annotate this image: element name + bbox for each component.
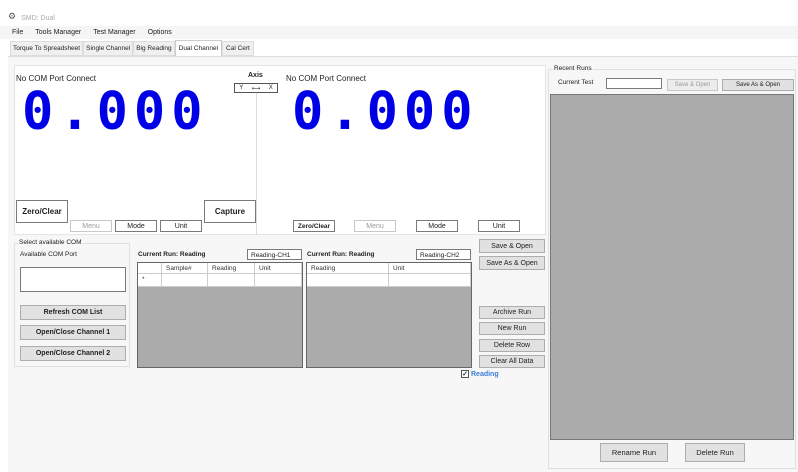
grid2-table[interactable]: Reading Unit: [306, 262, 472, 368]
rename-run-button[interactable]: Rename Run: [600, 443, 668, 462]
checkbox-checked-icon: ✓: [461, 370, 469, 378]
grid2-name-input[interactable]: Reading-CH2: [416, 249, 471, 260]
ch2-zero-clear-button[interactable]: Zero/Clear: [293, 220, 335, 232]
tab-bar: Torque To Spreadsheet Single Channel Big…: [10, 40, 254, 56]
ch2-unit-button[interactable]: Unit: [478, 220, 520, 232]
ch1-menu-button[interactable]: Menu: [70, 220, 112, 232]
tab-cal-cert[interactable]: Cal Cert: [222, 41, 254, 56]
new-run-button[interactable]: New Run: [479, 322, 545, 335]
axis-y: Y: [239, 85, 244, 91]
ch1-zero-clear-button[interactable]: Zero/Clear: [16, 200, 68, 223]
current-test-label: Current Test: [558, 79, 594, 86]
grid2-new-row-cell[interactable]: [389, 274, 471, 287]
delete-row-button[interactable]: Delete Row: [479, 339, 545, 352]
refresh-com-button[interactable]: Refresh COM List: [20, 305, 126, 320]
grid1-header-sample[interactable]: Sample#: [162, 263, 208, 274]
axis-toggle[interactable]: Y ⟷ X: [234, 83, 278, 93]
swap-arrow-icon: ⟷: [251, 85, 261, 92]
axis-x: X: [268, 85, 273, 91]
tab-torque-to-spreadsheet[interactable]: Torque To Spreadsheet: [10, 41, 84, 56]
channel-divider: [256, 92, 257, 235]
grid1-table[interactable]: Sample# Reading Unit *: [137, 262, 303, 368]
open-close-channel2-button[interactable]: Open/Close Channel 2: [20, 346, 126, 361]
ch1-unit-button[interactable]: Unit: [160, 220, 202, 232]
grid1-new-row-marker: *: [138, 274, 162, 287]
ch2-reading: 0.000: [292, 82, 479, 142]
recent-save-as-open-button[interactable]: Save As & Open: [722, 79, 794, 91]
grid2-new-row-cell[interactable]: [307, 274, 389, 287]
grid1-title: Current Run: Reading: [138, 251, 206, 258]
recent-save-open-button[interactable]: Save & Open: [667, 79, 718, 91]
delete-run-button[interactable]: Delete Run: [685, 443, 745, 462]
menu-tools-manager[interactable]: Tools Manager: [35, 29, 81, 36]
archive-run-button[interactable]: Archive Run: [479, 306, 545, 319]
grid1-header-unit[interactable]: Unit: [255, 263, 302, 274]
save-open-button[interactable]: Save & Open: [479, 239, 545, 253]
ch1-reading: 0.000: [22, 82, 209, 142]
reading-checkbox[interactable]: ✓ Reading: [461, 370, 499, 378]
grid1-new-row-cell[interactable]: [162, 274, 208, 287]
tab-big-reading[interactable]: Big Reading: [133, 41, 175, 56]
ch1-mode-button[interactable]: Mode: [115, 220, 157, 232]
tab-single-channel[interactable]: Single Channel: [83, 41, 134, 56]
reading-checkbox-label: Reading: [471, 370, 499, 378]
com-port-label: Available COM Port: [20, 251, 77, 258]
axis-label: Axis: [248, 72, 263, 79]
app-icon: ⚙: [8, 11, 17, 21]
com-port-list[interactable]: [20, 267, 126, 292]
grid1-name-input[interactable]: Reading-CH1: [247, 249, 302, 260]
window-title: SMD: Dual: [21, 15, 55, 22]
menu-file[interactable]: File: [12, 29, 23, 36]
current-test-input[interactable]: [606, 78, 662, 89]
grid1-new-row-cell[interactable]: [255, 274, 302, 287]
menu-test-manager[interactable]: Test Manager: [93, 29, 135, 36]
grid1-header-reading[interactable]: Reading: [208, 263, 255, 274]
grid1-corner: [138, 263, 162, 274]
grid2-title: Current Run: Reading: [307, 251, 375, 258]
com-group-title: Select available COM: [18, 239, 83, 246]
recent-runs-list[interactable]: [550, 94, 794, 440]
ch2-menu-button[interactable]: Menu: [354, 220, 396, 232]
ch1-capture-button[interactable]: Capture: [204, 200, 256, 223]
grid1-new-row-cell[interactable]: [208, 274, 255, 287]
save-as-open-button[interactable]: Save As & Open: [479, 256, 545, 270]
ch2-mode-button[interactable]: Mode: [416, 220, 458, 232]
title-bar: ⚙ SMD: Dual: [0, 0, 798, 26]
open-close-channel1-button[interactable]: Open/Close Channel 1: [20, 325, 126, 340]
grid2-header-reading[interactable]: Reading: [307, 263, 389, 274]
menu-options[interactable]: Options: [148, 29, 172, 36]
menu-bar: File Tools Manager Test Manager Options: [0, 26, 798, 39]
grid2-header-unit[interactable]: Unit: [389, 263, 471, 274]
recent-runs-title: Recent Runs: [553, 65, 593, 72]
clear-all-data-button[interactable]: Clear All Data: [479, 355, 545, 368]
tab-dual-channel[interactable]: Dual Channel: [174, 40, 223, 56]
